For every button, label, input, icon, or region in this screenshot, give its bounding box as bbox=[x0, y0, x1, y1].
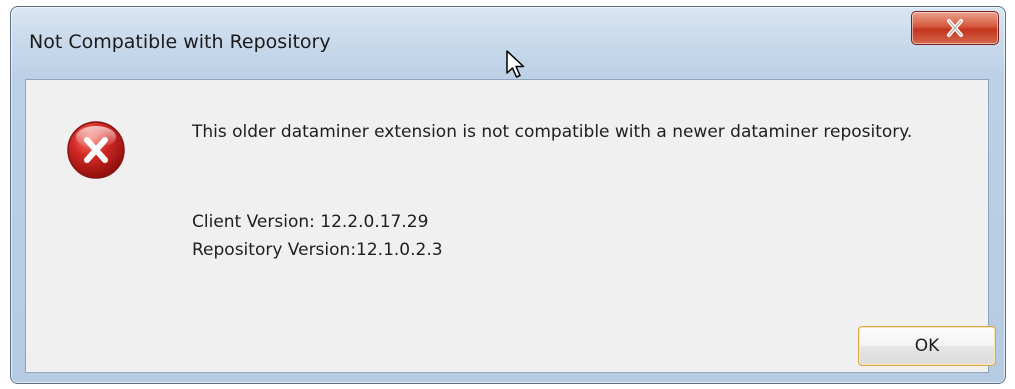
repository-version-text: Repository Version:12.1.0.2.3 bbox=[192, 240, 443, 260]
error-icon bbox=[66, 120, 126, 180]
dialog-content: This older dataminer extension is not co… bbox=[25, 79, 996, 373]
client-version-text: Client Version: 12.2.0.17.29 bbox=[192, 212, 429, 232]
ok-button[interactable]: OK bbox=[858, 326, 996, 366]
close-button[interactable] bbox=[911, 11, 999, 45]
close-icon bbox=[947, 19, 963, 37]
window-title: Not Compatible with Repository bbox=[29, 31, 331, 53]
version-info: Client Version: 12.2.0.17.29 Repository … bbox=[192, 208, 443, 264]
error-message: This older dataminer extension is not co… bbox=[192, 122, 913, 142]
dialog-window: Not Compatible with Repository This olde… bbox=[10, 6, 1006, 384]
